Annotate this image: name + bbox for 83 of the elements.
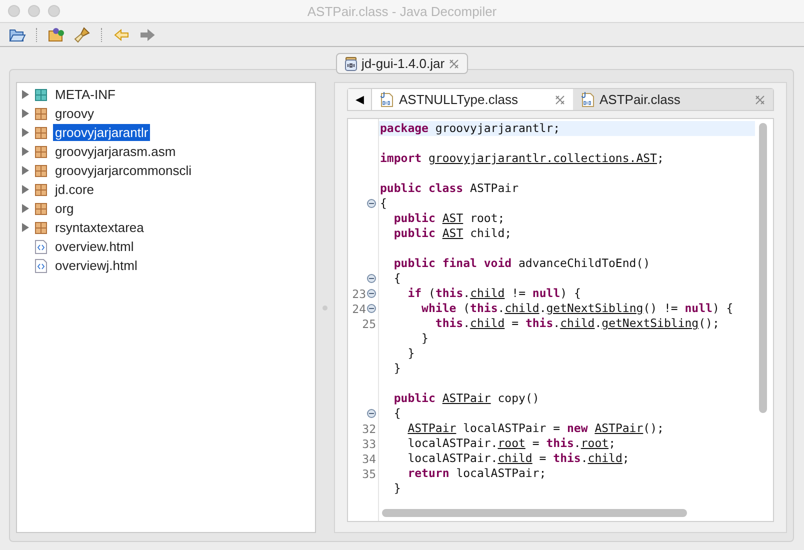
code-line: ASTPair localASTPair = new ASTPair(); (406, 421, 665, 436)
code-line: public ASTPair copy() (392, 391, 540, 406)
splitter-handle-icon[interactable] (322, 304, 328, 310)
tree-item[interactable]: groovyjarjarantlr (53, 124, 150, 141)
close-icon[interactable] (554, 94, 564, 104)
line-number: 23 (352, 286, 366, 300)
code-line: import groovyjarjarantlr.collections.AST; (379, 151, 665, 166)
code-editor[interactable] (347, 118, 774, 522)
code-line: { (392, 406, 402, 421)
tree-item[interactable]: groovyjarjarcommonscli (53, 162, 194, 179)
collapse-icon[interactable] (367, 289, 376, 298)
search-button[interactable] (72, 26, 92, 44)
expand-arrow-icon[interactable] (21, 147, 29, 156)
code-line: { (379, 196, 388, 211)
tree-item[interactable]: groovy (53, 105, 96, 122)
line-number: 32 (362, 422, 376, 436)
tree-item[interactable]: overviewj.html (53, 257, 140, 274)
line-number: 35 (362, 466, 376, 480)
package-icon (35, 108, 47, 120)
tab-scroll-button[interactable]: ◀ (348, 89, 372, 110)
tab-label: ASTPair.class (600, 92, 680, 107)
code-line: if (this.child != null) { (406, 286, 582, 301)
code-line: public AST child; (392, 226, 513, 241)
line-number: 34 (362, 452, 376, 466)
code-line: } (406, 346, 416, 361)
tree-item[interactable]: overview.html (53, 238, 136, 255)
tree-item[interactable]: groovyjarjarasm.asm (53, 143, 178, 160)
code-line: while (this.child.getNextSibling() != null) { (420, 301, 734, 316)
package-icon (35, 164, 47, 176)
class-file-icon (380, 92, 394, 107)
close-icon[interactable] (755, 94, 765, 104)
code-line: } (392, 361, 402, 376)
html-file-icon (35, 258, 47, 272)
collapse-icon[interactable] (367, 304, 376, 313)
line-number: 25 (362, 316, 376, 330)
open-type-button[interactable] (46, 26, 66, 44)
expand-arrow-icon[interactable] (21, 166, 29, 175)
tree-item[interactable]: jd.core (53, 181, 96, 198)
code-line: } (392, 481, 402, 496)
window-title: ASTPair.class - Java Decompiler (307, 4, 497, 18)
package-icon (35, 126, 47, 138)
code-line: localASTPair.child = this.child; (406, 451, 630, 466)
tree-item[interactable]: META-INF (53, 86, 118, 103)
code-line: { (392, 271, 402, 286)
tree-item[interactable]: org (53, 200, 76, 217)
code-line: public final void advanceChildToEnd() (392, 256, 652, 271)
code-line: public AST root; (392, 211, 506, 226)
horizontal-scrollbar[interactable] (382, 509, 687, 517)
flashlight-icon (74, 26, 90, 42)
open-folder-icon (8, 28, 26, 42)
expand-arrow-icon[interactable] (21, 223, 29, 232)
line-number: 33 (362, 436, 376, 450)
tab-label: ASTNULLType.class (399, 92, 518, 107)
code-line: localASTPair.root = this.root; (406, 436, 616, 451)
package-icon (35, 222, 47, 234)
right-arrow-icon (140, 28, 154, 40)
left-arrow-icon (114, 28, 128, 40)
html-file-icon (35, 240, 47, 254)
collapse-icon[interactable] (367, 409, 376, 418)
tree-item[interactable]: rsyntaxtextarea (53, 219, 146, 236)
package-icon (35, 202, 47, 214)
code-line: this.child = this.child.getNextSibling(); (434, 316, 720, 331)
code-line: return localASTPair; (406, 466, 548, 481)
class-file-icon (580, 92, 594, 107)
collapse-icon[interactable] (367, 274, 376, 283)
file-tab[interactable]: jd-gui-1.4.0.jar (336, 53, 468, 74)
expand-arrow-icon[interactable] (21, 128, 29, 137)
folder-grid-icon (35, 88, 47, 100)
jar-icon (345, 56, 358, 70)
package-icon (35, 146, 47, 158)
package-icon (35, 184, 47, 196)
expand-arrow-icon[interactable] (21, 185, 29, 194)
code-line: public class ASTPair (379, 181, 520, 196)
folder-with-balls-icon (48, 27, 64, 42)
expand-arrow-icon[interactable] (21, 204, 29, 213)
line-number: 24 (352, 302, 366, 316)
editor-tab[interactable]: ASTNULLType.class (372, 89, 572, 110)
expand-arrow-icon[interactable] (21, 109, 29, 118)
expand-arrow-icon[interactable] (21, 90, 29, 99)
code-line: } (420, 331, 430, 346)
collapse-icon[interactable] (367, 199, 376, 208)
vertical-scrollbar[interactable] (759, 123, 767, 413)
close-icon[interactable] (448, 58, 459, 68)
